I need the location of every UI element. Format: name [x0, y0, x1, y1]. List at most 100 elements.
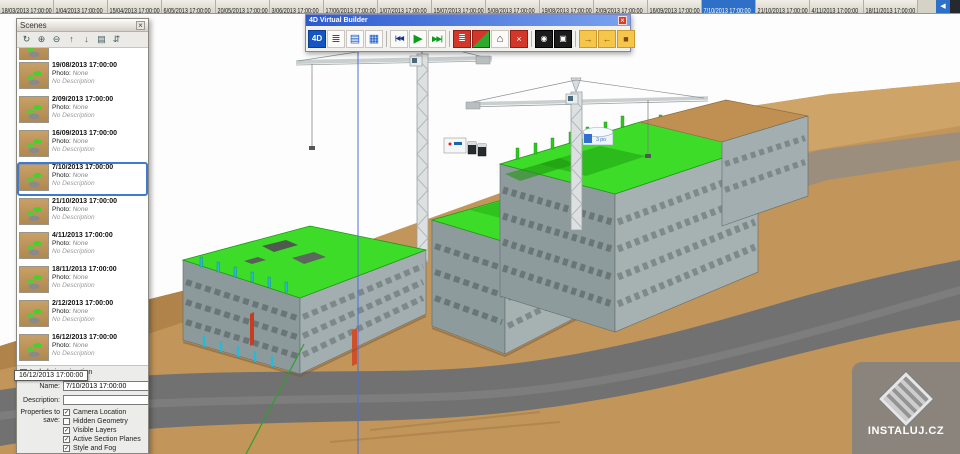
property-checkbox[interactable]: ✓ [63, 436, 70, 443]
photo-label: Photo: [52, 206, 71, 213]
scene-item[interactable]: 16/09/2013 17:00:00 Photo: None No Descr… [17, 128, 148, 162]
scene-tab[interactable]: 15/04/2013 17:00:00 [108, 0, 162, 13]
scene-item[interactable]: 16/12/2013 17:00:00 Photo: None No Descr… [17, 332, 148, 366]
scene-photo: Photo: None [52, 274, 117, 281]
scene-date: 16/12/2013 17:00:00 [52, 334, 117, 341]
scene-item[interactable]: 4/11/2013 17:00:00 Photo: None No Descri… [17, 230, 148, 264]
step-forward-button[interactable]: ▶▶| [428, 30, 446, 48]
scene-tab-label: 16/09/2013 17:00:00 [648, 5, 700, 13]
scene-item[interactable]: 2/12/2013 17:00:00 Photo: None No Descri… [17, 298, 148, 332]
scene-thumbnail [19, 334, 49, 361]
properties-to-save-label: Properties to save: [20, 409, 60, 453]
properties-list: ✓ Camera Location Hidden Geometry ✓ Visi… [63, 409, 145, 453]
scene-tab[interactable]: 18/11/2013 17:00:00 [864, 0, 918, 13]
scene-tab[interactable]: 1/04/2013 17:00:00 [54, 0, 108, 13]
property-checkbox[interactable]: ✓ [63, 409, 70, 416]
export-button[interactable]: → [579, 30, 597, 48]
scene-name-input[interactable] [63, 381, 149, 391]
toolbar-separator [531, 31, 532, 47]
scene-meta: 16/12/2013 17:00:00 Photo: None No Descr… [52, 334, 117, 357]
clear-button[interactable]: × [510, 30, 528, 48]
property-checkbox[interactable]: ✓ [63, 427, 70, 434]
property-checkbox[interactable] [63, 418, 70, 425]
photo-label: Photo: [52, 342, 71, 349]
scene-tab[interactable]: 18/03/2013 17:00:00 [0, 0, 54, 13]
property-label: Hidden Geometry [73, 418, 128, 425]
scene-tab[interactable]: 19/08/2013 17:00:00 [540, 0, 594, 13]
scene-item[interactable]: 2/09/2013 17:00:00 Photo: None No Descri… [17, 94, 148, 128]
scene-item[interactable]: 18/11/2013 17:00:00 Photo: None No Descr… [17, 264, 148, 298]
scene-description-input[interactable] [63, 395, 149, 405]
scenes-panel-title: Scenes [20, 21, 136, 30]
photo-label: Photo: [52, 172, 71, 179]
property-checkbox-row[interactable]: ✓ Style and Fog [63, 445, 145, 452]
scene-item[interactable]: 21/10/2013 17:00:00 Photo: None No Descr… [17, 196, 148, 230]
4d-toolbar-titlebar[interactable]: 4D Virtual Builder × [306, 15, 630, 26]
scene-tab[interactable]: 17/06/2013 17:00:00 [324, 0, 378, 13]
4d-virtual-builder-toolbar: 4D Virtual Builder × 4D ≣ ▤ ▦ |◀◀ ▶ ▶▶| … [305, 14, 631, 52]
view-options-button[interactable]: ▤ [95, 33, 108, 46]
remove-scene-button[interactable]: ⊖ [50, 33, 63, 46]
time-grid-button[interactable]: ▦ [365, 30, 383, 48]
scene-date: 21/10/2013 17:00:00 [52, 198, 117, 205]
scene-thumbnail [19, 198, 49, 225]
import-button[interactable]: ← [598, 30, 616, 48]
scene-meta: 4/11/2013 17:00:00 Photo: None No Descri… [52, 232, 113, 255]
scene-tab-label: 15/07/2013 17:00:00 [432, 5, 484, 13]
scene-tab-label: 4/11/2013 17:00:00 [810, 5, 858, 13]
scene-tab[interactable]: 6/05/2013 17:00:00 [162, 0, 216, 13]
scene-item-partial[interactable] [17, 48, 148, 60]
property-label: Active Section Planes [73, 436, 141, 443]
scenes-panel: Scenes × ↻ ⊕ ⊖ ↑ ↓ ▤ ⇵ 19 [16, 18, 149, 454]
move-scene-down-button[interactable]: ↓ [80, 33, 93, 46]
scene-meta: 7/10/2013 17:00:00 Photo: None No Descri… [52, 164, 113, 187]
save-button[interactable]: ■ [617, 30, 635, 48]
status-colors-button[interactable] [472, 30, 490, 48]
scene-tab[interactable]: 20/05/2013 17:00:00 [216, 0, 270, 13]
scene-tab[interactable]: 5/08/2013 17:00:00 [486, 0, 540, 13]
move-scene-up-button[interactable]: ↑ [65, 33, 78, 46]
photo-value: None [73, 138, 89, 145]
scene-tab[interactable]: 4/11/2013 17:00:00 [810, 0, 864, 13]
scene-description: No Description [52, 78, 117, 85]
property-checkbox[interactable]: ✓ [63, 445, 70, 452]
watermark-text: INSTALUJ.CZ [868, 425, 944, 437]
scene-tab[interactable]: 7/10/2013 17:00:00 [702, 0, 756, 13]
gantt-chart-button[interactable]: ▤ [346, 30, 364, 48]
scene-description: No Description [52, 248, 113, 255]
close-icon[interactable]: × [136, 21, 145, 30]
update-scene-button[interactable]: ↻ [20, 33, 33, 46]
record-animation-button[interactable]: ▣ [554, 30, 572, 48]
scene-photo: Photo: None [52, 104, 113, 111]
properties-to-save: Properties to save: ✓ Camera Location Hi… [17, 407, 148, 453]
scene-tab[interactable]: 21/10/2013 17:00:00 [756, 0, 810, 13]
photo-value: None [73, 172, 89, 179]
scene-description: No Description [52, 350, 117, 357]
scene-photo: Photo: None [52, 342, 117, 349]
scene-tab[interactable]: 3/06/2013 17:00:00 [270, 0, 324, 13]
task-list-button[interactable]: ≣ [453, 30, 471, 48]
scene-item[interactable]: 19/08/2013 17:00:00 Photo: None No Descr… [17, 60, 148, 94]
scene-item[interactable]: 7/10/2013 17:00:00 Photo: None No Descri… [17, 162, 148, 196]
property-checkbox-row[interactable]: ✓ Visible Layers [63, 427, 145, 434]
schedule-table-button[interactable]: ≣ [327, 30, 345, 48]
close-icon[interactable]: × [618, 16, 627, 25]
property-checkbox-row[interactable]: ✓ Camera Location [63, 409, 145, 416]
property-checkbox-row[interactable]: ✓ Active Section Planes [63, 436, 145, 443]
scenes-panel-titlebar[interactable]: Scenes × [17, 19, 148, 32]
scene-tab[interactable]: 2/09/2013 17:00:00 [594, 0, 648, 13]
play-button[interactable]: ▶ [409, 30, 427, 48]
scene-tab[interactable]: 16/09/2013 17:00:00 [648, 0, 702, 13]
scene-photo: Photo: None [52, 138, 117, 145]
scene-tab[interactable]: 1/07/2013 17:00:00 [378, 0, 432, 13]
step-backward-button[interactable]: |◀◀ [390, 30, 408, 48]
tab-scroll-left-button[interactable]: ◀ [936, 0, 950, 13]
snapshot-camera-button[interactable]: ◉ [535, 30, 553, 48]
show-details-button[interactable]: ⇵ [110, 33, 123, 46]
property-checkbox-row[interactable]: Hidden Geometry [63, 418, 145, 425]
4d-logo-button[interactable]: 4D [308, 30, 326, 48]
home-view-button[interactable]: ⌂ [491, 30, 509, 48]
add-scene-button[interactable]: ⊕ [35, 33, 48, 46]
scene-tab[interactable]: 15/07/2013 17:00:00 [432, 0, 486, 13]
photo-label: Photo: [52, 70, 71, 77]
